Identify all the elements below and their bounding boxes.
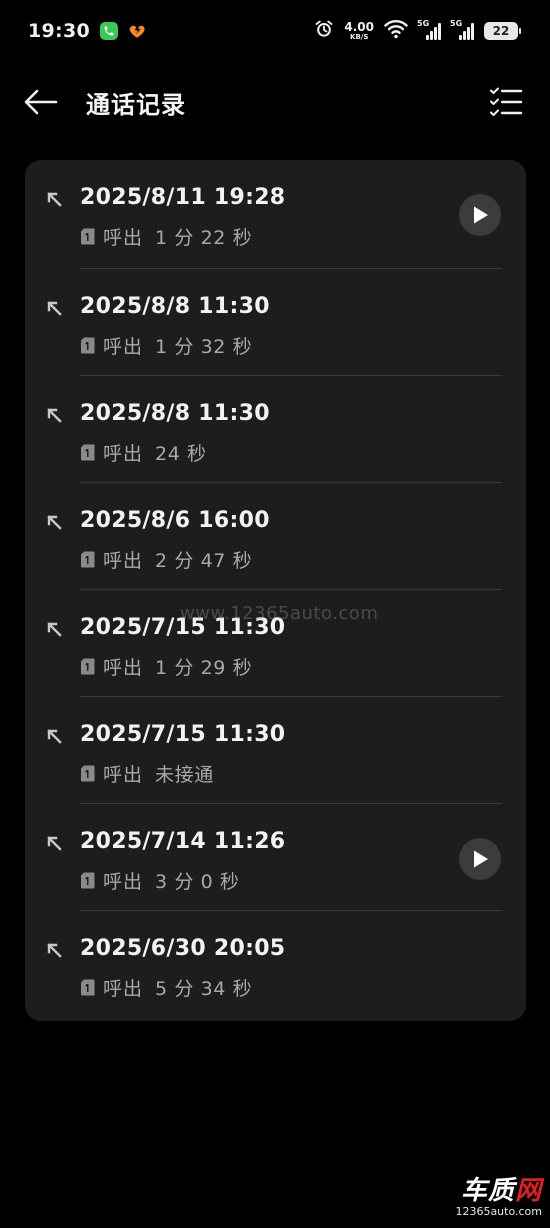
network-speed-unit: KB/S [350,33,369,41]
sim1-icon [81,765,95,782]
call-duration: 5 分 34 秒 [155,978,253,1000]
signal-bar [463,31,466,40]
play-icon [474,850,488,868]
signal-bar [434,27,437,40]
status-right: 4.00 KB/S 5G 5G 22 [314,19,521,43]
call-datetime: 2025/7/14 11:26 [80,829,286,854]
page-title: 通话记录 [86,90,186,119]
signal-bar [426,35,429,40]
health-app-icon [128,22,146,40]
call-datetime: 2025/8/6 16:00 [80,508,270,533]
call-meta: 呼出 2 分 47 秒 [80,546,252,573]
multi-select-button[interactable] [486,82,526,122]
call-records-card: 2025/8/11 19:28 呼出 1 分 22 秒 2025/8/8 11:… [25,160,526,1021]
phone-app-icon [99,22,118,40]
play-recording-button[interactable] [459,838,501,880]
call-record-row[interactable]: 2025/8/11 19:28 呼出 1 分 22 秒 [25,160,526,269]
call-datetime: 2025/8/11 19:28 [80,185,286,210]
outgoing-call-icon [47,622,62,637]
watermark-logo-text-white: 车质 [460,1176,515,1206]
sim1-icon [81,979,95,996]
call-datetime: 2025/6/30 20:05 [80,936,286,961]
call-record-row[interactable]: 2025/7/14 11:26 呼出 3 分 0 秒 [25,804,526,911]
call-direction: 呼出 [103,550,144,572]
call-duration: 1 分 29 秒 [155,657,253,679]
call-datetime: 2025/8/8 11:30 [80,401,270,426]
signal-icon-sim1: 5G [417,19,441,40]
status-left: 19:30 [28,20,146,42]
call-datetime: 2025/7/15 11:30 [80,722,286,747]
call-record-row[interactable]: 2025/8/8 11:30 呼出 24 秒 [25,376,526,483]
status-bar: 19:30 4.00 KB/S 5G 5G 22 [0,0,550,62]
watermark-logo-text-red: 网 [514,1176,542,1206]
outgoing-call-icon [47,301,62,316]
play-icon [474,206,488,224]
call-record-row[interactable]: 2025/6/30 20:05 呼出 5 分 34 秒 [25,911,526,1018]
play-recording-button[interactable] [459,194,501,236]
outgoing-call-icon [47,729,62,744]
call-direction: 呼出 [103,764,144,786]
sim1-icon [81,551,95,568]
call-meta: 呼出 1 分 32 秒 [80,332,252,359]
sim1-icon [81,228,95,245]
multi-select-icon [490,87,523,116]
call-datetime: 2025/8/8 11:30 [80,294,270,319]
call-meta: 呼出 5 分 34 秒 [80,974,252,1001]
call-direction: 呼出 [103,227,144,249]
watermark-text: www.12365auto.com [180,603,379,624]
call-direction: 呼出 [103,336,144,358]
header: 通话记录 [0,70,550,134]
call-record-row[interactable]: 2025/8/8 11:30 呼出 1 分 32 秒 [25,269,526,376]
watermark-logo-url: 12365auto.com [455,1205,542,1218]
wifi-icon [384,19,408,43]
call-meta: 呼出 3 分 0 秒 [80,867,240,894]
network-speed: 4.00 KB/S [344,21,374,41]
outgoing-call-icon [47,836,62,851]
call-log-screen: 19:30 4.00 KB/S 5G 5G 22 通话记录 2025/8/11 … [0,0,550,1228]
call-duration: 未接通 [155,764,214,786]
watermark-logo-text: 车质网 [461,1170,542,1207]
network-speed-value: 4.00 [344,20,374,34]
signal-bar [438,23,441,40]
signal-bar [471,23,474,40]
outgoing-call-icon [47,515,62,530]
signal-tag-sim2: 5G [450,19,463,28]
outgoing-call-icon [47,408,62,423]
call-records-list: 2025/8/11 19:28 呼出 1 分 22 秒 2025/8/8 11:… [25,160,526,1018]
sim1-icon [81,444,95,461]
battery-icon: 22 [484,22,521,40]
call-duration: 1 分 22 秒 [155,227,253,249]
outgoing-call-icon [47,192,62,207]
call-duration: 24 秒 [155,443,207,465]
sim1-icon [81,337,95,354]
signal-bar [459,35,462,40]
call-direction: 呼出 [103,443,144,465]
watermark-logo: 车质网 12365auto.com [455,1170,542,1218]
call-meta: 呼出 1 分 22 秒 [80,223,252,250]
signal-icon-sim2: 5G [450,19,474,40]
call-direction: 呼出 [103,657,144,679]
sim1-icon [81,658,95,675]
call-meta: 呼出 未接通 [80,760,214,787]
call-duration: 1 分 32 秒 [155,336,253,358]
back-button[interactable] [24,82,64,122]
status-time: 19:30 [28,20,90,42]
arrow-left-icon [24,89,58,115]
call-record-row[interactable]: 2025/8/6 16:00 呼出 2 分 47 秒 [25,483,526,590]
sim1-icon [81,872,95,889]
call-meta: 呼出 1 分 29 秒 [80,653,252,680]
signal-tag-sim1: 5G [417,19,430,28]
call-meta: 呼出 24 秒 [80,439,207,466]
call-record-row[interactable]: 2025/7/15 11:30 呼出 未接通 [25,697,526,804]
signal-bar [430,31,433,40]
outgoing-call-icon [47,943,62,958]
call-direction: 呼出 [103,978,144,1000]
battery-level: 22 [492,24,510,38]
alarm-icon [314,19,334,43]
call-duration: 3 分 0 秒 [155,871,240,893]
call-direction: 呼出 [103,871,144,893]
call-duration: 2 分 47 秒 [155,550,253,572]
signal-bar [467,27,470,40]
